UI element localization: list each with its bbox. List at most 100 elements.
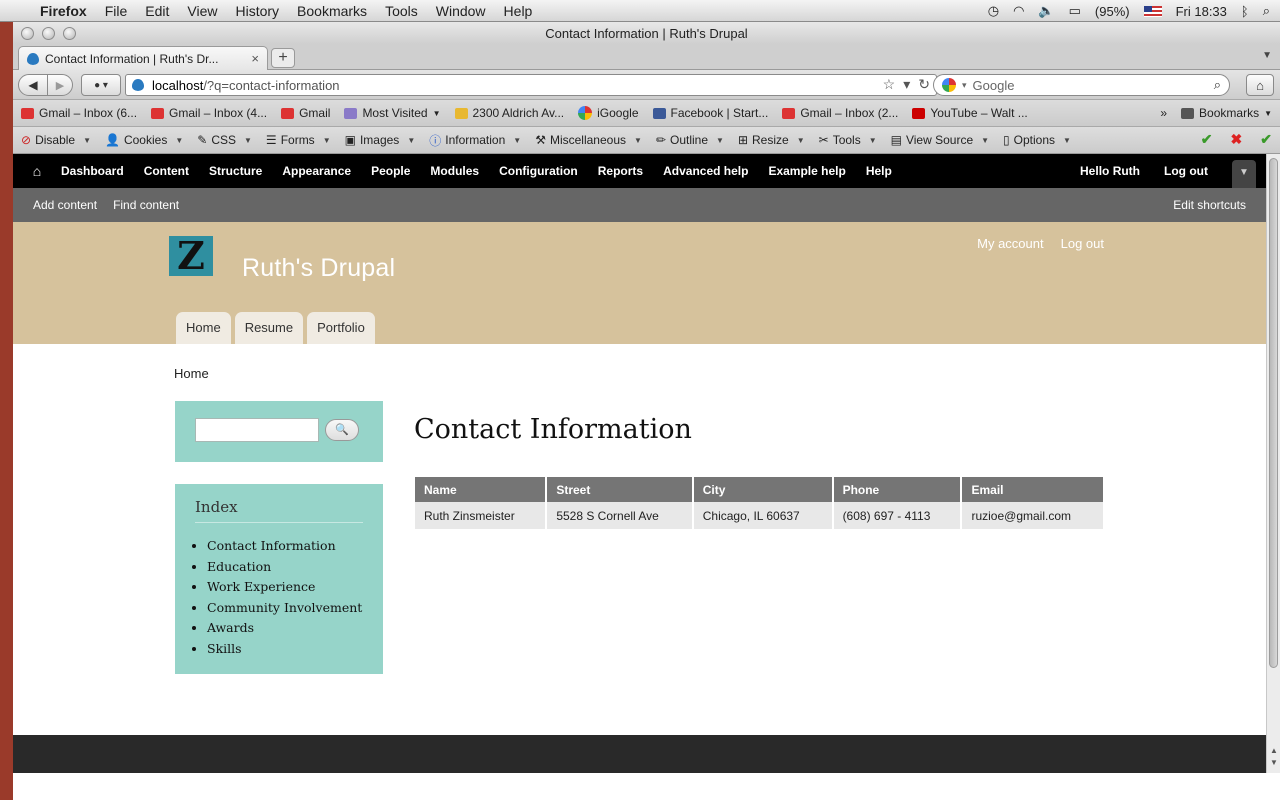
bookmark-star-icon[interactable]: ☆ bbox=[883, 76, 896, 93]
bookmarks-star-icon bbox=[1181, 107, 1195, 119]
close-window-button[interactable] bbox=[21, 27, 34, 40]
toolbar-drawer-toggle-icon[interactable]: ▼ bbox=[1232, 160, 1256, 188]
battery-icon[interactable]: ▭ bbox=[1069, 3, 1081, 19]
menu-tools[interactable]: Tools bbox=[385, 3, 418, 19]
css-valid-check-icon[interactable]: ✔ bbox=[1201, 131, 1213, 148]
scrollbar-thumb[interactable] bbox=[1269, 158, 1278, 668]
devbar-outline[interactable]: ✏ Outline ▼ bbox=[656, 133, 724, 147]
bookmarks-menu-button[interactable]: Bookmarks ▼ bbox=[1181, 106, 1272, 120]
shortcut-add-content[interactable]: Add content bbox=[33, 198, 97, 212]
devbar-forms[interactable]: ☰ Forms ▼ bbox=[266, 133, 331, 147]
menu-app-firefox[interactable]: Firefox bbox=[40, 3, 87, 19]
bluetooth-icon[interactable]: ᛒ bbox=[1241, 4, 1249, 19]
menu-view[interactable]: View bbox=[187, 3, 217, 19]
primary-tab-resume[interactable]: Resume bbox=[234, 312, 304, 344]
bookmark-item[interactable]: Gmail – Inbox (2... bbox=[782, 106, 898, 120]
home-button[interactable]: ⌂ bbox=[1246, 74, 1274, 96]
bookmark-item[interactable]: 2300 Aldrich Av... bbox=[454, 106, 564, 120]
bookmark-item[interactable]: iGoogle bbox=[578, 106, 639, 120]
search-engine-dropdown-icon[interactable]: ▾ bbox=[962, 80, 967, 91]
bookmarks-overflow-chevron[interactable]: » bbox=[1160, 106, 1167, 120]
admin-menu-dashboard[interactable]: Dashboard bbox=[61, 164, 124, 178]
bookmark-folder-most-visited[interactable]: Most Visited ▼ bbox=[344, 106, 441, 120]
admin-menu-structure[interactable]: Structure bbox=[209, 164, 262, 178]
clock[interactable]: Fri 18:33 bbox=[1176, 4, 1227, 19]
admin-menu-reports[interactable]: Reports bbox=[598, 164, 643, 178]
bookmark-item[interactable]: YouTube – Walt ... bbox=[912, 106, 1028, 120]
devbar-css[interactable]: ✎ CSS ▼ bbox=[197, 133, 252, 147]
forward-button[interactable]: ▶ bbox=[47, 74, 73, 96]
zoom-window-button[interactable] bbox=[63, 27, 76, 40]
breadcrumb[interactable]: Home bbox=[174, 366, 209, 381]
admin-menu-example-help[interactable]: Example help bbox=[768, 164, 845, 178]
devbar-images[interactable]: ▣ Images ▼ bbox=[345, 133, 416, 147]
back-button[interactable]: ◀ bbox=[18, 74, 48, 96]
shortcut-find-content[interactable]: Find content bbox=[113, 198, 179, 212]
tab-contact-information[interactable]: Contact Information | Ruth's Dr... × bbox=[18, 46, 268, 70]
bookmark-item[interactable]: Gmail bbox=[281, 106, 330, 120]
minimize-window-button[interactable] bbox=[42, 27, 55, 40]
devbar-view-source[interactable]: ▤ View Source ▼ bbox=[891, 133, 989, 147]
index-item-awards[interactable]: Awards bbox=[207, 618, 362, 639]
close-tab-icon[interactable]: × bbox=[251, 51, 259, 66]
hello-user-link[interactable]: Hello Ruth bbox=[1080, 164, 1140, 178]
bookmark-item[interactable]: Gmail – Inbox (6... bbox=[21, 106, 137, 120]
menu-window[interactable]: Window bbox=[436, 3, 486, 19]
spotlight-icon[interactable]: ⌕ bbox=[1263, 3, 1270, 19]
menu-file[interactable]: File bbox=[105, 3, 128, 19]
primary-tab-home[interactable]: Home bbox=[176, 312, 231, 344]
url-bar[interactable]: localhost/?q=contact-information ☆ ▾ ↻ bbox=[125, 74, 937, 96]
url-dropdown-icon[interactable]: ▾ bbox=[903, 76, 910, 93]
input-flag-icon[interactable] bbox=[1143, 5, 1162, 17]
vertical-scrollbar[interactable]: ▲ ▼ bbox=[1266, 154, 1280, 773]
admin-menu-content[interactable]: Content bbox=[144, 164, 189, 178]
my-account-link[interactable]: My account bbox=[977, 236, 1043, 251]
devbar-cookies[interactable]: 👤 Cookies ▼ bbox=[105, 133, 183, 147]
devbar-resize[interactable]: ⊞ Resize ▼ bbox=[738, 133, 805, 147]
admin-menu-advanced-help[interactable]: Advanced help bbox=[663, 164, 748, 178]
index-item-work-experience[interactable]: Work Experience bbox=[207, 577, 362, 598]
menu-edit[interactable]: Edit bbox=[145, 3, 169, 19]
scroll-arrows-icon[interactable]: ▲ ▼ bbox=[1269, 745, 1279, 769]
html-valid-check-icon[interactable]: ✔ bbox=[1260, 131, 1272, 148]
search-icon[interactable]: ⌕ bbox=[1214, 77, 1221, 93]
new-tab-button[interactable]: + bbox=[271, 48, 295, 68]
admin-menu-modules[interactable]: Modules bbox=[430, 164, 479, 178]
primary-tab-portfolio[interactable]: Portfolio bbox=[307, 312, 375, 344]
admin-home-icon[interactable]: ⌂ bbox=[13, 163, 61, 179]
site-identity-button[interactable]: ● ▾ bbox=[81, 74, 121, 96]
reload-icon[interactable]: ↻ bbox=[918, 76, 930, 93]
index-item-contact-information[interactable]: Contact Information bbox=[207, 536, 362, 557]
devbar-disable[interactable]: ⊘ Disable ▼ bbox=[21, 133, 91, 147]
devbar-information[interactable]: ⓘ Information ▼ bbox=[429, 132, 521, 149]
site-search-input[interactable] bbox=[195, 418, 319, 442]
index-item-skills[interactable]: Skills bbox=[207, 639, 362, 660]
admin-menu-appearance[interactable]: Appearance bbox=[282, 164, 351, 178]
index-item-education[interactable]: Education bbox=[207, 557, 362, 578]
site-logo[interactable]: Z bbox=[169, 236, 213, 276]
admin-menu-configuration[interactable]: Configuration bbox=[499, 164, 578, 178]
devbar-miscellaneous[interactable]: ⚒ Miscellaneous ▼ bbox=[535, 133, 642, 147]
menu-history[interactable]: History bbox=[235, 3, 279, 19]
site-search-button[interactable]: 🔍 bbox=[325, 419, 359, 441]
menu-bookmarks[interactable]: Bookmarks bbox=[297, 3, 367, 19]
devbar-tools[interactable]: ✂ Tools ▼ bbox=[819, 133, 877, 147]
edit-shortcuts-link[interactable]: Edit shortcuts bbox=[1173, 198, 1246, 212]
bookmark-item[interactable]: Gmail – Inbox (4... bbox=[151, 106, 267, 120]
menu-help[interactable]: Help bbox=[504, 3, 533, 19]
js-error-icon[interactable]: ✖ bbox=[1231, 131, 1243, 148]
volume-icon[interactable]: 🔈 bbox=[1038, 3, 1054, 19]
devbar-options[interactable]: ▯ Options ▼ bbox=[1003, 133, 1071, 147]
bookmark-item[interactable]: Facebook | Start... bbox=[652, 106, 768, 120]
wifi-icon[interactable]: ◠ bbox=[1013, 3, 1024, 19]
search-bar[interactable]: ▾ Google ⌕ bbox=[933, 74, 1230, 96]
admin-logout-link[interactable]: Log out bbox=[1164, 164, 1208, 178]
google-engine-icon[interactable] bbox=[942, 78, 956, 92]
admin-menu-help[interactable]: Help bbox=[866, 164, 892, 178]
tab-list-chevron-icon[interactable]: ▼ bbox=[1262, 50, 1272, 61]
site-name[interactable]: Ruth's Drupal bbox=[242, 254, 395, 283]
admin-menu-people[interactable]: People bbox=[371, 164, 410, 178]
site-logout-link[interactable]: Log out bbox=[1061, 236, 1104, 251]
time-machine-icon[interactable]: ◷ bbox=[988, 3, 999, 19]
index-item-community-involvement[interactable]: Community Involvement bbox=[207, 598, 362, 619]
